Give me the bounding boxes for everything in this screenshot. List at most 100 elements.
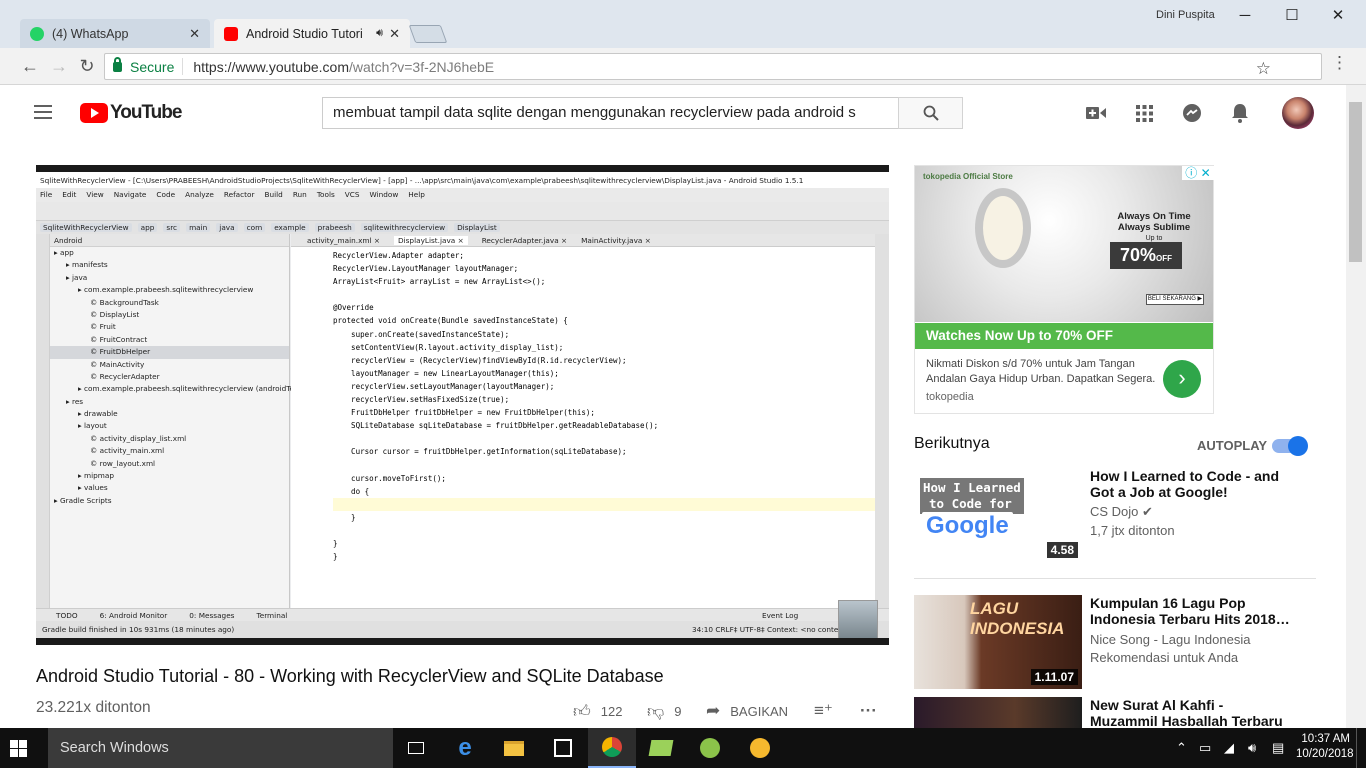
ad-open-arrow-icon[interactable]: ›	[1163, 360, 1201, 398]
notifications-bell-icon[interactable]	[1228, 101, 1252, 125]
ad-banner-image[interactable]: tokopedia Official Store Always On Time …	[915, 166, 1213, 322]
tree-item: © Fruit	[90, 322, 116, 332]
code-line	[333, 497, 875, 511]
rec-channel[interactable]: Nice Song - Lagu Indonesia	[1090, 632, 1250, 647]
ide-crumb: com	[243, 223, 266, 232]
rec-title[interactable]: How I Learned to Code - and Got a Job at…	[1090, 468, 1290, 500]
ide-title: SqliteWithRecyclerView - [C:\Users\PRABE…	[36, 172, 889, 188]
edge-icon[interactable]: e	[441, 728, 489, 768]
create-video-icon[interactable]	[1084, 101, 1108, 125]
ad-upto: Up to	[1145, 235, 1163, 242]
network-icon[interactable]: ◢	[1224, 740, 1234, 756]
rec-channel[interactable]: CS Dojo ✔	[1090, 504, 1153, 520]
recommendation-item[interactable]: How I Learned to Code for Google 4.58 Ho…	[914, 468, 1324, 563]
new-tab-button[interactable]	[408, 25, 448, 43]
video-thumbnail[interactable]: How I Learned to Code for Google 4.58	[914, 468, 1082, 562]
minimize-button[interactable]: ─	[1232, 6, 1258, 26]
ide-menu-item: View	[86, 190, 104, 199]
ide-event-log: Event Log	[762, 611, 799, 620]
tab-whatsapp[interactable]: (4) WhatsApp ✕	[20, 19, 210, 48]
volume-icon[interactable]: 🔊︎	[1248, 740, 1256, 756]
ad-info-close-icon[interactable]: ⓘ ✕	[1182, 166, 1214, 180]
maps-icon[interactable]	[637, 728, 685, 768]
ide-crumb: prabeesh	[314, 223, 355, 232]
windows-start-icon[interactable]	[10, 740, 27, 757]
battery-icon[interactable]: ▭	[1199, 740, 1211, 756]
reload-button[interactable]: ↻	[75, 55, 99, 77]
address-bar: ← → ↻ Secure https://www.youtube.com/wat…	[0, 48, 1366, 85]
chrome-menu-icon[interactable]: ⋮	[1331, 53, 1348, 73]
video-player[interactable]: SqliteWithRecyclerView - [C:\Users\PRABE…	[36, 165, 889, 645]
weather-app-icon[interactable]	[736, 728, 784, 768]
whatsapp-icon	[30, 26, 44, 41]
rec-title[interactable]: New Surat Al Kahfi - Muzammil Hasballah …	[1090, 697, 1290, 728]
tab-youtube[interactable]: Android Studio Tutori 🔊︎ ✕	[214, 19, 410, 48]
taskbar-clock[interactable]: 10:37 AM 10/20/2018	[1296, 732, 1354, 762]
youtube-logo[interactable]: YouTube	[80, 102, 182, 124]
tree-item: © BackgroundTask	[90, 297, 159, 307]
dislike-button[interactable]: 👎︎ 9	[647, 701, 682, 722]
ad-pct-value: 70%	[1119, 245, 1157, 265]
code-line: }	[333, 552, 338, 562]
tray-chevron-icon[interactable]: ⌃	[1176, 740, 1187, 756]
tree-item: © FruitDbHelper	[50, 346, 289, 359]
taskbar-search[interactable]: Search Windows	[48, 728, 393, 768]
ide-status-left: Gradle build finished in 10s 931ms (18 m…	[42, 625, 235, 634]
recommendation-item[interactable]: New Surat Al Kahfi - Muzammil Hasballah …	[914, 697, 1324, 728]
page-scrollbar[interactable]	[1346, 85, 1366, 728]
secure-indicator[interactable]: Secure	[105, 56, 184, 75]
maximize-button[interactable]: ☐	[1279, 6, 1305, 26]
ad-headline[interactable]: Watches Now Up to 70% OFF	[915, 323, 1213, 349]
video-thumbnail[interactable]	[914, 697, 1082, 728]
menu-icon[interactable]	[34, 105, 52, 119]
forward-button[interactable]: →	[47, 55, 71, 77]
close-icon[interactable]: ✕	[189, 26, 200, 42]
search-input[interactable]: membuat tampil data sqlite dengan menggu…	[322, 97, 900, 129]
show-desktop-button[interactable]	[1356, 728, 1366, 768]
code-line: ArrayList<Fruit> arrayList = new ArrayLi…	[333, 277, 546, 287]
video-thumbnail[interactable]: LAGU INDONESIA 1.11.07	[914, 595, 1082, 689]
chrome-icon[interactable]	[588, 728, 636, 768]
ide-menu-item: File	[40, 190, 53, 199]
thumb-line1: How I Learned	[923, 480, 1021, 495]
url-field[interactable]: Secure https://www.youtube.com/watch?v=3…	[104, 53, 1322, 80]
rec-title[interactable]: Kumpulan 16 Lagu Pop Indonesia Terbaru H…	[1090, 595, 1290, 627]
store-icon[interactable]	[539, 728, 587, 768]
like-button[interactable]: 👍︎ 122	[573, 701, 622, 722]
ide-left-strip	[36, 234, 50, 608]
ad-buy-now[interactable]: BELI SEKARANG ▶	[1146, 294, 1204, 305]
ide-menu-item: Window	[369, 190, 399, 199]
add-to-playlist-button[interactable]: ≡⁺	[814, 701, 843, 721]
close-icon[interactable]: ✕	[389, 26, 400, 42]
ad-card[interactable]: tokopedia Official Store Always On Time …	[914, 165, 1214, 414]
ide-bottom-tabs: TODO 6: Android Monitor 0: Messages Termina…	[36, 608, 889, 621]
task-view-icon[interactable]	[392, 728, 440, 768]
speaker-icon[interactable]: 🔊︎	[376, 27, 383, 40]
window-close-button[interactable]: ✕	[1325, 6, 1351, 26]
keyboard-icon[interactable]: ▤	[1272, 740, 1284, 756]
android-studio-icon[interactable]	[686, 728, 734, 768]
up-next-heading: Berikutnya	[914, 435, 990, 452]
autoplay-toggle[interactable]	[1272, 436, 1308, 456]
apps-grid-icon[interactable]	[1132, 101, 1156, 125]
profile-name[interactable]: Dini Puspita	[1156, 9, 1215, 21]
ide-status-right: 34:10 CRLF‡ UTF-8‡ Context: <no context>	[692, 625, 852, 634]
scrollbar-thumb[interactable]	[1349, 102, 1362, 262]
share-label: BAGIKAN	[730, 703, 789, 719]
avatar[interactable]	[1282, 97, 1314, 129]
back-button[interactable]: ←	[18, 55, 42, 77]
ide-crumb: main	[186, 223, 211, 232]
url-path: /watch?v=3f-2NJ6hebE	[349, 58, 495, 75]
ide-crumb: DisplayList	[454, 223, 500, 232]
ide-breadcrumbs: SqliteWithRecyclerView app src main java com e…	[36, 221, 889, 234]
search-button[interactable]	[898, 97, 963, 129]
code-line: @Override	[333, 303, 374, 313]
file-explorer-icon[interactable]	[490, 728, 538, 768]
bookmark-star-icon[interactable]: ☆	[1256, 59, 1271, 79]
more-actions-button[interactable]: ···	[860, 701, 887, 721]
share-button[interactable]: ➦ BAGIKAN	[706, 701, 788, 721]
recommendation-item[interactable]: LAGU INDONESIA 1.11.07 Kumpulan 16 Lagu …	[914, 595, 1324, 690]
messages-icon[interactable]	[1180, 101, 1204, 125]
code-line: RecyclerView.Adapter adapter;	[333, 251, 464, 260]
